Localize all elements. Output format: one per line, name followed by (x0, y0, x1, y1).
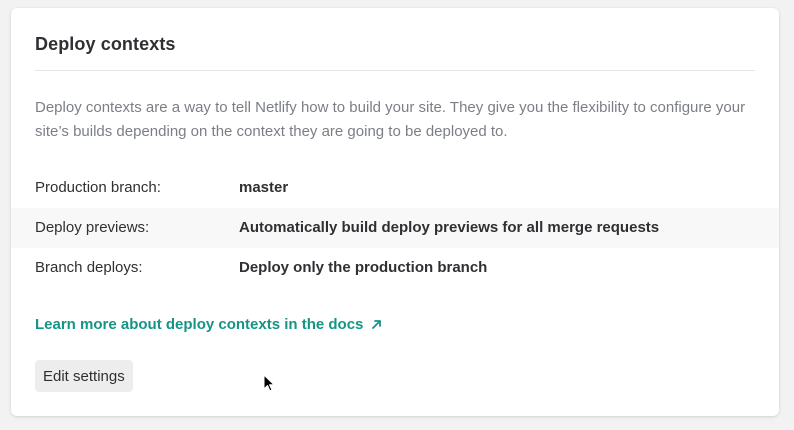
setting-row-branch-deploys: Branch deploys: Deploy only the producti… (11, 248, 779, 288)
panel-title: Deploy contexts (35, 34, 176, 54)
setting-label: Branch deploys: (35, 259, 143, 276)
setting-label: Production branch: (35, 179, 161, 196)
setting-value: master (239, 179, 289, 196)
setting-row-deploy-previews: Deploy previews: Automatically build dep… (11, 208, 779, 248)
setting-row-production-branch: Production branch: master (11, 168, 779, 208)
edit-settings-button[interactable]: Edit settings (35, 360, 133, 392)
setting-label: Deploy previews: (35, 219, 150, 236)
docs-link[interactable]: Learn more about deploy contexts in the … (35, 316, 382, 334)
panel-description: Deploy contexts are a way to tell Netlif… (35, 99, 746, 140)
setting-value: Automatically build deploy previews for … (239, 219, 660, 236)
mouse-cursor-icon (263, 374, 275, 392)
deploy-contexts-panel: Deploy contexts Deploy contexts are a wa… (11, 8, 779, 416)
title-divider (35, 70, 755, 71)
setting-value: Deploy only the production branch (239, 259, 488, 276)
external-arrow-icon (371, 317, 382, 334)
docs-link-text: Learn more about deploy contexts in the … (35, 316, 364, 333)
